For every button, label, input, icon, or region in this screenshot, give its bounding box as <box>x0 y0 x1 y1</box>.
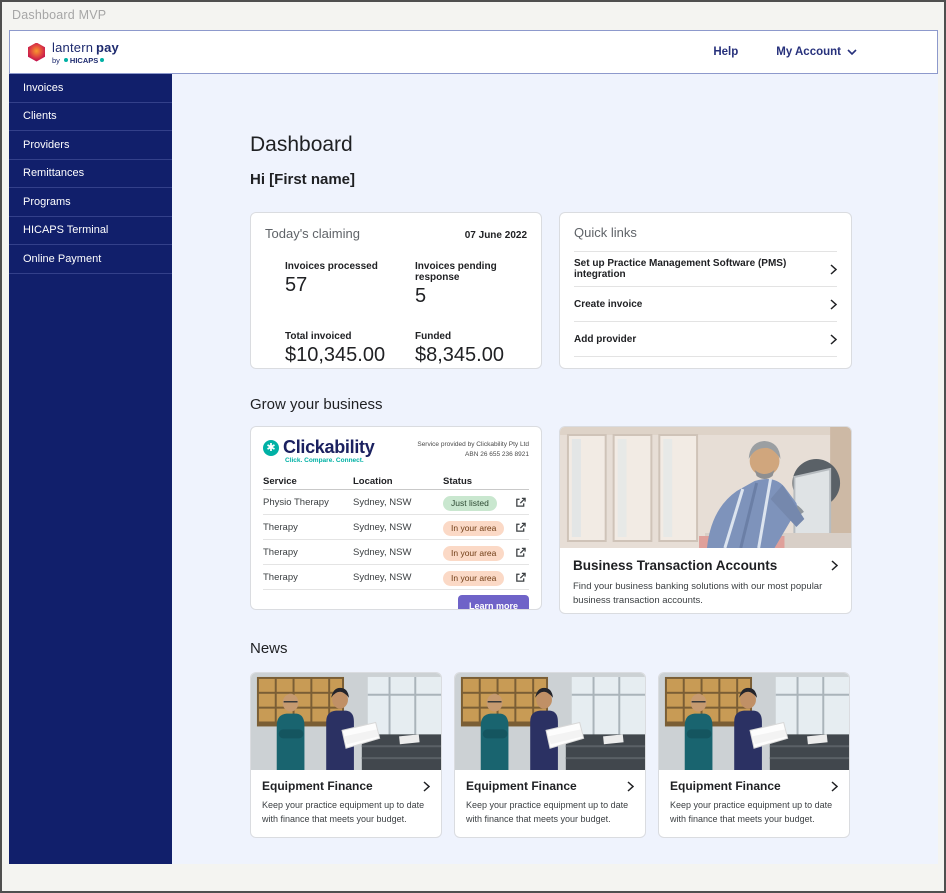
lanternpay-hexagon-icon <box>28 43 45 62</box>
clickability-tagline: Click. Compare. Connect. <box>285 457 374 464</box>
help-link[interactable]: Help <box>713 46 738 58</box>
external-link-icon[interactable] <box>515 547 529 558</box>
chevron-right-icon <box>830 299 837 310</box>
news-card-photo <box>251 673 441 770</box>
news-row: Equipment Finance Keep your practice equ… <box>250 672 850 838</box>
sidebar-nav: InvoicesClientsProvidersRemittancesProgr… <box>9 74 172 864</box>
clickability-logo: ✱ Clickability <box>263 437 374 458</box>
clickability-listing-row: TherapySydney, NSWIn your area <box>263 540 529 565</box>
summary-row: Today's claiming 07 June 2022 Invoices p… <box>250 212 852 369</box>
claiming-card-title: Today's claiming <box>265 226 360 241</box>
listing-service: Therapy <box>263 522 353 533</box>
page-title: Dashboard <box>250 133 353 157</box>
chevron-right-icon <box>423 781 430 792</box>
clickability-listing-row: Physio TherapySydney, NSWJust listed <box>263 490 529 515</box>
external-link-icon[interactable] <box>515 497 529 508</box>
clickability-table: Service Location Status Physio TherapySy… <box>263 473 529 590</box>
sidebar-item-online-payment[interactable]: Online Payment <box>9 245 172 274</box>
listing-location: Sydney, NSW <box>353 572 443 583</box>
news-card-description: Keep your practice equipment up to date … <box>262 799 430 826</box>
listing-service: Physio Therapy <box>263 497 353 508</box>
grow-section-heading: Grow your business <box>250 396 383 413</box>
external-link-icon[interactable] <box>515 522 529 533</box>
claiming-stats: Invoices processed 57 Invoices pending r… <box>285 261 527 367</box>
business-accounts-description: Find your business banking solutions wit… <box>573 580 827 609</box>
main-content: Dashboard Hi [First name] Today's claimi… <box>172 74 938 864</box>
sidebar-item-providers[interactable]: Providers <box>9 131 172 160</box>
stat-invoices-pending: Invoices pending response 5 <box>415 261 527 308</box>
sidebar-item-hicaps-terminal[interactable]: HICAPS Terminal <box>9 217 172 246</box>
hicaps-dot-icon <box>100 58 104 62</box>
app-window: Dashboard MVP lantern pay by HICAPS Help… <box>0 0 946 893</box>
external-link-icon[interactable] <box>515 572 529 583</box>
news-section-heading: News <box>250 640 288 657</box>
top-header: lantern pay by HICAPS Help My Account <box>9 30 938 74</box>
listing-status-badge: In your area <box>443 521 504 536</box>
news-card-description: Keep your practice equipment up to date … <box>466 799 634 826</box>
chevron-down-icon <box>847 49 857 55</box>
news-card-description: Keep your practice equipment up to date … <box>670 799 838 826</box>
sidebar-item-remittances[interactable]: Remittances <box>9 160 172 189</box>
listing-status-badge: In your area <box>443 546 504 561</box>
quick-link-pms-integration[interactable]: Set up Practice Management Software (PMS… <box>574 252 837 287</box>
chevron-right-icon <box>627 781 634 792</box>
news-card-photo <box>659 673 849 770</box>
hicaps-dot-icon <box>64 58 68 62</box>
stat-funded: Funded $8,345.00 <box>415 331 527 367</box>
clickability-table-header: Service Location Status <box>263 473 529 490</box>
todays-claiming-card: Today's claiming 07 June 2022 Invoices p… <box>250 212 542 369</box>
chevron-right-icon <box>830 264 837 275</box>
listing-location: Sydney, NSW <box>353 547 443 558</box>
business-accounts-title: Business Transaction Accounts <box>573 558 777 573</box>
business-accounts-card[interactable]: Business Transaction Accounts Find your … <box>559 426 852 614</box>
listing-service: Therapy <box>263 547 353 558</box>
sidebar-item-clients[interactable]: Clients <box>9 103 172 132</box>
news-card-title: Equipment Finance <box>262 779 373 793</box>
grow-row: ✱ Clickability Click. Compare. Connect. … <box>250 426 852 614</box>
news-card-title: Equipment Finance <box>670 779 781 793</box>
business-accounts-photo <box>560 427 851 548</box>
sidebar-item-invoices[interactable]: Invoices <box>9 74 172 103</box>
chevron-right-icon <box>831 781 838 792</box>
claiming-date: 07 June 2022 <box>465 230 527 241</box>
my-account-menu[interactable]: My Account <box>776 46 857 58</box>
clickability-star-icon: ✱ <box>263 440 279 456</box>
news-card-photo <box>455 673 645 770</box>
listing-service: Therapy <box>263 572 353 583</box>
news-card[interactable]: Equipment Finance Keep your practice equ… <box>658 672 850 838</box>
window-title: Dashboard MVP <box>12 8 106 22</box>
brand-byline: by HICAPS <box>52 56 119 65</box>
greeting-text: Hi [First name] <box>250 171 355 188</box>
quick-links-card: Quick links Set up Practice Management S… <box>559 212 852 369</box>
stat-total-invoiced: Total invoiced $10,345.00 <box>285 331 415 367</box>
news-card[interactable]: Equipment Finance Keep your practice equ… <box>454 672 646 838</box>
learn-more-button[interactable]: Learn more <box>458 595 529 610</box>
clickability-listing-row: TherapySydney, NSWIn your area <box>263 565 529 590</box>
listing-location: Sydney, NSW <box>353 497 443 508</box>
chevron-right-icon <box>830 334 837 345</box>
listing-status-badge: In your area <box>443 571 504 586</box>
chevron-right-icon <box>831 560 838 571</box>
sidebar-item-programs[interactable]: Programs <box>9 188 172 217</box>
header-nav: Help My Account <box>713 46 937 58</box>
news-card-title: Equipment Finance <box>466 779 577 793</box>
quick-link-add-provider[interactable]: Add provider <box>574 322 837 357</box>
brand-wordmark: lantern pay <box>52 40 119 55</box>
listing-status-badge: Just listed <box>443 496 497 511</box>
stat-invoices-processed: Invoices processed 57 <box>285 261 415 308</box>
quick-link-create-invoice[interactable]: Create invoice <box>574 287 837 322</box>
clickability-card: ✱ Clickability Click. Compare. Connect. … <box>250 426 542 610</box>
listing-location: Sydney, NSW <box>353 522 443 533</box>
clickability-listing-row: TherapySydney, NSWIn your area <box>263 515 529 540</box>
lanternpay-logo: lantern pay by HICAPS <box>10 40 119 65</box>
clickability-provider-info: Service provided by Clickability Pty Ltd… <box>417 437 529 460</box>
news-card[interactable]: Equipment Finance Keep your practice equ… <box>250 672 442 838</box>
quick-links-title: Quick links <box>574 225 837 252</box>
